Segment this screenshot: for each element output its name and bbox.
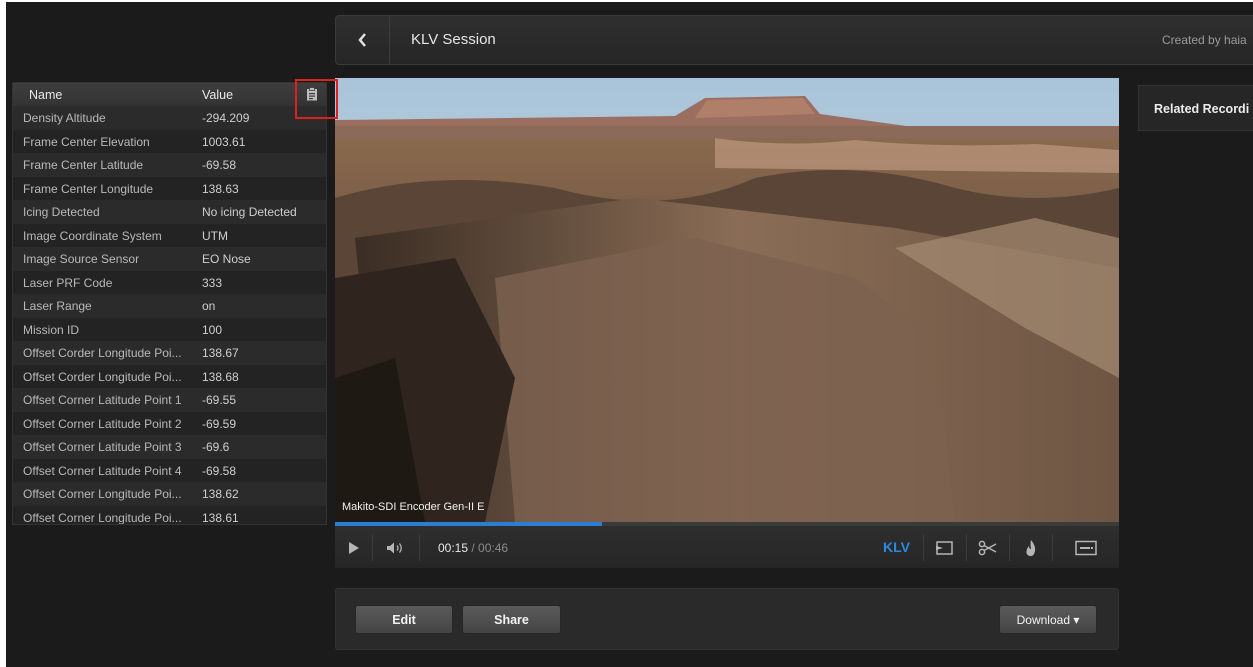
- table-row[interactable]: Offset Corner Latitude Point 1 -69.55: [13, 388, 326, 412]
- video-player[interactable]: Makito-SDI Encoder Gen-II E: [335, 78, 1119, 522]
- klv-value: 138.63: [202, 181, 239, 196]
- klv-value: EO Nose: [202, 252, 251, 266]
- scissors-icon: [978, 540, 997, 555]
- klv-value: 138.62: [202, 487, 239, 501]
- table-row[interactable]: Offset Corner Latitude Point 3 -69.6: [13, 435, 326, 459]
- share-button[interactable]: Share: [462, 605, 561, 634]
- klv-value: 1003.61: [202, 134, 246, 149]
- klv-key: Icing Detected: [23, 205, 100, 219]
- table-row[interactable]: Image Coordinate System UTM: [13, 223, 326, 247]
- snapshot-button[interactable]: [924, 526, 966, 569]
- player-controls: 00:15 / 00:46 KLV: [335, 526, 1119, 569]
- klv-value: -294.209: [202, 111, 250, 125]
- subtitle-button[interactable]: [1053, 526, 1119, 569]
- table-row[interactable]: Laser PRF Code 333: [13, 270, 326, 294]
- flame-icon: [1026, 539, 1036, 556]
- related-recordings-title: Related Recordi: [1154, 102, 1250, 116]
- page-title: KLV Session: [411, 31, 496, 48]
- play-button[interactable]: [335, 526, 372, 569]
- back-button[interactable]: [336, 16, 390, 64]
- klv-value: on: [202, 299, 216, 313]
- table-row[interactable]: Mission ID 100: [13, 317, 326, 341]
- klv-key: Frame Center Latitude: [23, 158, 144, 172]
- divider: [419, 534, 420, 561]
- klv-key: Density Altitude: [23, 111, 106, 125]
- klv-value: -69.59: [202, 416, 237, 431]
- created-by-text: Created by haia: [1162, 33, 1247, 47]
- table-header: Name Value: [13, 83, 326, 106]
- klv-value: 100: [202, 322, 223, 337]
- klv-value: 138.61: [202, 510, 239, 525]
- table-row[interactable]: Offset Corner Longitude Poi... 138.62: [13, 482, 326, 506]
- klv-value: -69.55: [202, 393, 237, 407]
- video-caption: Makito-SDI Encoder Gen-II E: [342, 501, 485, 513]
- table-row[interactable]: Offset Corner Latitude Point 2 -69.59: [13, 411, 326, 435]
- column-header-name[interactable]: Name: [29, 88, 62, 102]
- table-row[interactable]: Icing Detected No icing Detected: [13, 200, 326, 224]
- snapshot-icon: [936, 540, 953, 555]
- klv-key: Laser Range: [23, 299, 92, 313]
- edit-button[interactable]: Edit: [355, 605, 453, 634]
- video-frame: [335, 78, 1119, 522]
- klv-key: Offset Corner Longitude Poi...: [23, 510, 182, 525]
- klv-key: Image Source Sensor: [23, 252, 140, 266]
- time-display: 00:15 / 00:46: [438, 541, 508, 555]
- session-header: KLV Session Created by haia: [335, 15, 1253, 65]
- table-row[interactable]: Offset Corner Longitude Poi... 138.61: [13, 505, 326, 525]
- klv-value: -69.6: [202, 440, 230, 454]
- table-row[interactable]: Density Altitude -294.209: [13, 106, 326, 130]
- klv-value: UTM: [202, 228, 228, 243]
- table-row[interactable]: Offset Corder Longitude Poi... 138.67: [13, 341, 326, 365]
- burn-button[interactable]: [1010, 526, 1052, 569]
- volume-button[interactable]: [373, 526, 419, 569]
- table-row[interactable]: Laser Range on: [13, 294, 326, 318]
- play-icon: [348, 541, 359, 554]
- klv-key: Mission ID: [23, 322, 80, 337]
- klv-key: Offset Corner Latitude Point 1: [23, 393, 182, 407]
- klv-value: 138.68: [202, 369, 239, 384]
- klv-value: No icing Detected: [202, 205, 297, 219]
- column-header-value[interactable]: Value: [202, 88, 233, 102]
- klv-key: Offset Corner Latitude Point 2: [23, 416, 182, 431]
- table-row[interactable]: Offset Corder Longitude Poi... 138.68: [13, 364, 326, 388]
- highlight-annotation: [295, 79, 338, 119]
- table-row[interactable]: Frame Center Latitude -69.58: [13, 153, 326, 177]
- klv-value: 333: [202, 275, 223, 290]
- klv-toggle-button[interactable]: KLV: [883, 539, 910, 555]
- klv-key: Laser PRF Code: [23, 275, 113, 290]
- volume-icon: [387, 542, 402, 553]
- app-window: KLV Session Created by haia Name Value D…: [6, 2, 1253, 667]
- klv-key: Offset Corner Latitude Point 3: [23, 440, 182, 454]
- action-bar: Edit Share Download ▾: [335, 588, 1119, 650]
- total-time: / 00:46: [468, 541, 509, 555]
- klv-metadata-table: Name Value Density Altitude -294.209 Frame…: [12, 82, 327, 525]
- clip-button[interactable]: [967, 526, 1009, 569]
- klv-key: Frame Center Elevation: [23, 134, 150, 149]
- klv-value: -69.58: [202, 463, 237, 478]
- klv-key: Offset Corner Latitude Point 4: [23, 463, 182, 478]
- table-row[interactable]: Offset Corner Latitude Point 4 -69.58: [13, 458, 326, 482]
- download-button[interactable]: Download ▾: [999, 605, 1097, 634]
- klv-value: -69.58: [202, 158, 237, 172]
- klv-value: 138.67: [202, 346, 239, 360]
- table-row[interactable]: Frame Center Longitude 138.63: [13, 176, 326, 200]
- current-time: 00:15: [438, 541, 469, 555]
- chevron-left-icon: [357, 33, 366, 47]
- klv-key: Offset Corner Longitude Poi...: [23, 487, 182, 501]
- related-recordings-panel[interactable]: Related Recordi: [1138, 85, 1253, 131]
- klv-key: Offset Corder Longitude Poi...: [23, 369, 182, 384]
- table-row[interactable]: Frame Center Elevation 1003.61: [13, 129, 326, 153]
- table-body: Density Altitude -294.209 Frame Center Ele…: [13, 106, 326, 525]
- klv-key: Image Coordinate System: [23, 228, 162, 243]
- klv-key: Offset Corder Longitude Poi...: [23, 346, 182, 360]
- table-row[interactable]: Image Source Sensor EO Nose: [13, 247, 326, 271]
- subtitle-icon: [1075, 540, 1097, 555]
- klv-key: Frame Center Longitude: [23, 181, 154, 196]
